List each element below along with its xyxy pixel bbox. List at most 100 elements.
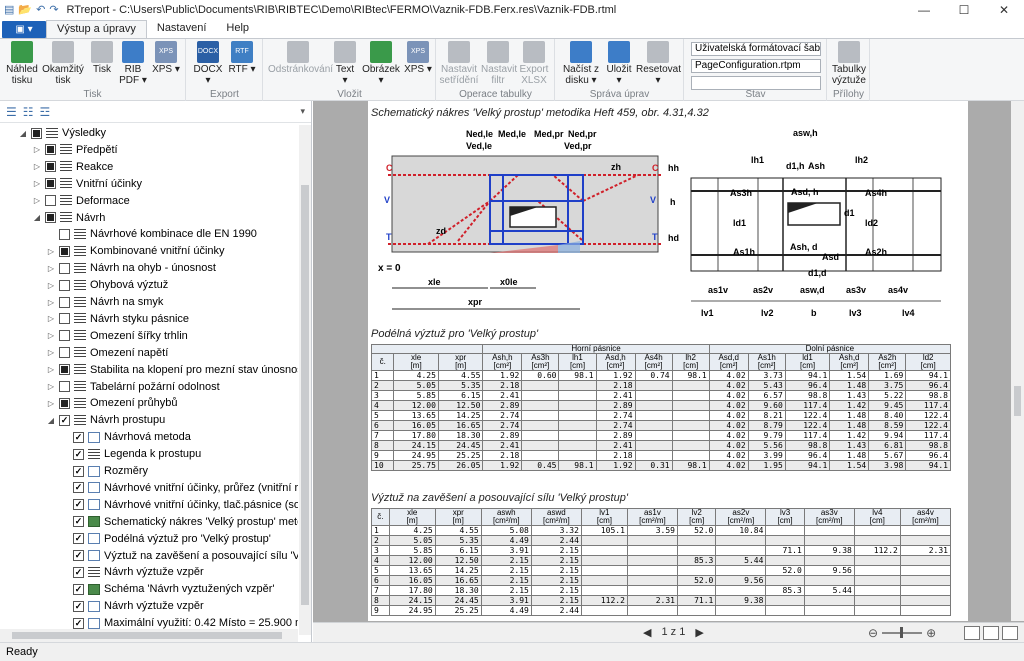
preview-print-button[interactable]: Náhled tisku [6, 41, 38, 86]
state-field-empty[interactable] [691, 76, 821, 90]
tree-item[interactable]: ▷ Ohybová výztuž [46, 277, 168, 293]
tree-checkbox[interactable] [59, 313, 70, 325]
pin-icon[interactable]: ▾ [300, 106, 305, 117]
expander-icon[interactable]: ▷ [46, 314, 56, 323]
scroll-thumb[interactable] [1014, 386, 1021, 416]
expander-icon[interactable]: ▷ [46, 331, 56, 340]
tab-vystup[interactable]: Výstup a úpravy [46, 20, 147, 38]
tree-item[interactable]: ◢ Výsledky [18, 125, 106, 141]
open-icon[interactable]: 📂 [18, 3, 32, 16]
tree-checkbox[interactable] [59, 262, 70, 274]
export-xlsx-button[interactable]: Export XLSX [517, 41, 551, 86]
tree-item[interactable]: ▷ Kombinované vnitřní účinky [46, 243, 225, 259]
tree-checkbox[interactable]: ✓ [73, 516, 84, 528]
tree-item[interactable]: ▷ Návrh styku pásnice [46, 311, 189, 327]
tree-checkbox[interactable] [45, 195, 56, 207]
tree-checkbox[interactable]: ✓ [73, 583, 84, 595]
tree-checkbox[interactable] [59, 296, 70, 308]
expander-icon[interactable]: ▷ [46, 348, 56, 357]
expander-icon[interactable]: ▷ [46, 247, 56, 256]
tree-item[interactable]: Návrhové kombinace dle EN 1990 [46, 226, 257, 242]
tree-checkbox[interactable]: ✓ [73, 566, 84, 578]
tree-vertical-scrollbar[interactable] [299, 125, 311, 635]
redo-icon[interactable]: ↷ [49, 3, 58, 16]
tree-item[interactable]: ◢ Návrh [32, 210, 105, 226]
tree-item[interactable]: ▷ Deformace [32, 193, 130, 209]
insert-xps-button[interactable]: XPS XPS ▾ [404, 41, 432, 75]
next-page-button[interactable]: ▶ [695, 626, 703, 639]
instant-print-button[interactable]: Okamžitý tisk [42, 41, 84, 86]
prev-page-button[interactable]: ◀ [643, 626, 651, 639]
scroll-thumb[interactable] [12, 632, 282, 639]
multi-page-view-icon[interactable] [1002, 625, 1018, 640]
tree-checkbox[interactable] [59, 364, 70, 376]
zoom-in-button[interactable]: ⊕ [926, 626, 936, 640]
tree-checkbox[interactable] [31, 127, 42, 139]
expander-icon[interactable]: ▷ [32, 196, 42, 205]
print-button[interactable]: Tisk [88, 41, 116, 75]
collapse-all-icon[interactable]: ☷ [23, 105, 34, 119]
tree-item[interactable]: ✓ Návrhová metoda [60, 429, 191, 445]
tree-checkbox[interactable]: ✓ [73, 550, 84, 561]
tree-item[interactable]: ✓ Rozměry [60, 463, 148, 479]
tree-item[interactable]: ▷ Omezení průhybů [46, 395, 178, 411]
minimize-button[interactable]: — [904, 0, 944, 19]
zoom-slider[interactable] [882, 626, 923, 638]
tree-checkbox[interactable] [45, 178, 56, 190]
expander-icon[interactable]: ▷ [46, 281, 56, 290]
tree-checkbox[interactable] [59, 245, 70, 257]
expander-icon[interactable]: ▷ [46, 382, 56, 391]
tree-checkbox[interactable]: ✓ [59, 414, 70, 426]
page-config-field[interactable]: PageConfiguration.rtpm [691, 59, 821, 73]
reset-button[interactable]: Resetovat ▾ [636, 41, 681, 86]
set-filter-button[interactable]: Nastavit filtr [481, 41, 517, 86]
tree-checkbox[interactable] [45, 212, 56, 223]
maximize-button[interactable]: ☐ [944, 0, 984, 19]
tree-checkbox[interactable]: ✓ [73, 465, 84, 477]
zoom-out-button[interactable]: ⊖ [868, 626, 878, 640]
expander-icon[interactable]: ▷ [32, 145, 42, 154]
tree-checkbox[interactable]: ✓ [73, 600, 84, 612]
tree-horizontal-scrollbar[interactable] [0, 629, 298, 642]
insert-text-button[interactable]: Text ▾ [332, 41, 358, 86]
tree-checkbox[interactable]: ✓ [73, 482, 84, 494]
tab-help[interactable]: Help [216, 20, 259, 38]
tree-checkbox[interactable] [59, 228, 70, 240]
undo-icon[interactable]: ↶ [36, 3, 45, 16]
tree-item[interactable]: ▷ Vnitřní účinky [32, 176, 142, 192]
tree-checkbox[interactable] [59, 381, 70, 392]
rib-pdf-button[interactable]: RIB PDF ▾ [118, 41, 148, 86]
close-button[interactable]: ✕ [984, 0, 1024, 19]
toggle-check-icon[interactable]: ☲ [40, 105, 51, 119]
tree-item[interactable]: ▷ Tabelární požární odolnost [46, 379, 220, 395]
tree-checkbox[interactable]: ✓ [73, 617, 84, 629]
tree-item[interactable]: ✓ Schematický nákres 'Velký prostup' meto… [60, 514, 298, 530]
expander-icon[interactable]: ◢ [18, 129, 28, 138]
insert-image-button[interactable]: Obrázek ▾ [362, 41, 400, 86]
save-button[interactable]: Uložit ▾ [604, 41, 634, 86]
tab-nastaveni[interactable]: Nastavení [147, 20, 217, 38]
tree-checkbox[interactable]: ✓ [73, 448, 84, 460]
tree-checkbox[interactable]: ✓ [73, 431, 84, 443]
tree-item[interactable]: ✓ Návrh výztuže vzpěr [60, 598, 204, 614]
report-vertical-scrollbar[interactable] [1011, 101, 1024, 621]
expander-icon[interactable]: ◢ [32, 213, 42, 222]
tree-item[interactable]: ▷ Reakce [32, 159, 113, 175]
tree-checkbox[interactable] [59, 347, 70, 359]
expander-icon[interactable]: ▷ [46, 264, 56, 273]
tree-item[interactable]: ✓ Návrh výztuže vzpěr [60, 564, 204, 580]
single-page-view-icon[interactable] [964, 625, 980, 640]
tree-item[interactable]: ▷ Stabilita na klopení pro mezní stav úno… [46, 362, 298, 378]
expander-icon[interactable]: ◢ [46, 416, 56, 425]
two-page-view-icon[interactable] [983, 625, 999, 640]
tree-checkbox[interactable]: ✓ [73, 533, 84, 545]
tree-item[interactable]: ▷ Omezení šířky trhlin [46, 328, 188, 344]
set-sort-button[interactable]: Nastavit setřídění [439, 41, 479, 86]
tree-item[interactable]: ▷ Návrh na smyk [46, 294, 163, 310]
pagination-button[interactable]: Odstránkování [268, 41, 333, 75]
expander-icon[interactable]: ▷ [46, 399, 56, 408]
reinforcement-tables-button[interactable]: Tabulky výztuže [832, 41, 866, 86]
tree-item[interactable]: ✓ Návrhové vnitřní účinky, tlač.pásnice (… [60, 497, 298, 513]
tree-item[interactable]: ✓ Schéma 'Návrh vyztužených vzpěr' [60, 581, 275, 597]
expander-icon[interactable]: ▷ [32, 162, 42, 171]
